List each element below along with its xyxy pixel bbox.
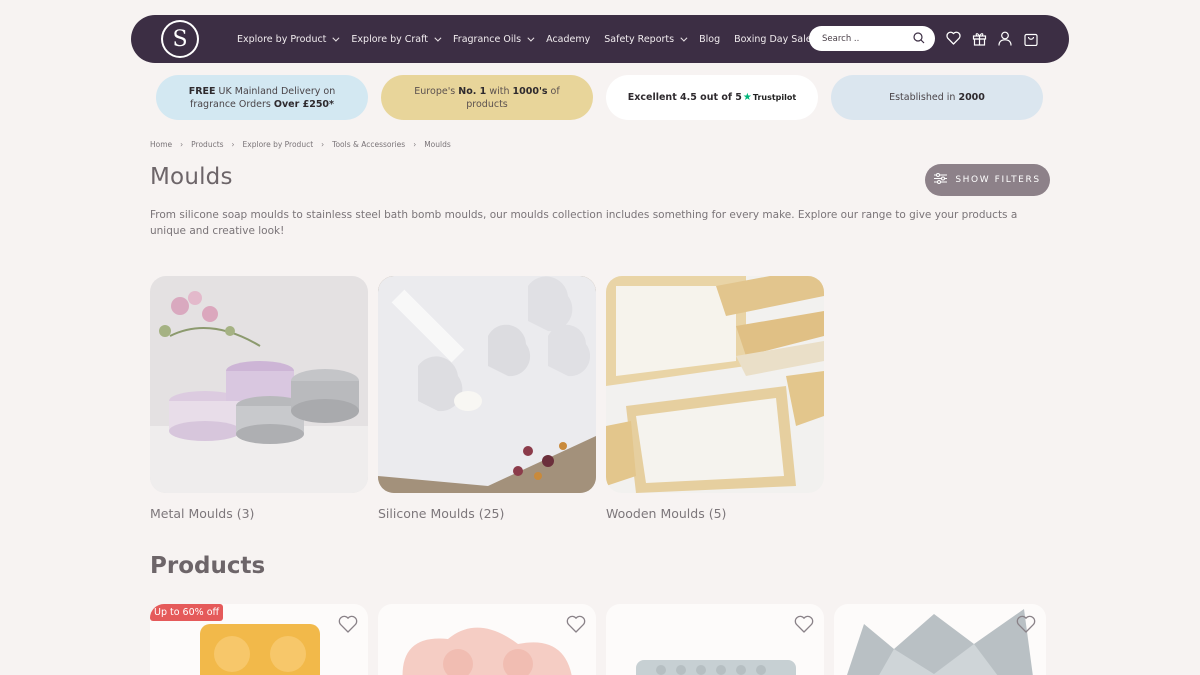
product-image[interactable]	[606, 604, 824, 675]
breadcrumb-separator: ›	[321, 140, 325, 149]
trustpilot-text: Excellent 4.5 out of 5	[627, 92, 742, 103]
filter-sliders-icon	[934, 173, 948, 187]
nav-item-academy[interactable]: Academy	[546, 34, 590, 45]
breadcrumb-current: Moulds	[424, 140, 451, 149]
brand-logo[interactable]: S	[161, 20, 199, 58]
breadcrumb: Home › Products › Explore by Product › Tool…	[150, 140, 451, 149]
category-label[interactable]: Metal Moulds (3)	[150, 506, 368, 521]
category-card-wooden-moulds[interactable]: Wooden Moulds (5)	[606, 276, 824, 521]
product-grid: Up to 60% off	[150, 604, 1046, 675]
nav-icon-group	[945, 29, 1039, 47]
europe-promo: Europe's No. 1 with 1000's of products	[381, 75, 593, 120]
cart-icon[interactable]	[1023, 29, 1039, 47]
trustpilot-rating[interactable]: Excellent 4.5 out of 5 ★ Trustpilot	[606, 75, 818, 120]
nav-label: Explore by Product	[237, 33, 327, 45]
breadcrumb-separator: ›	[413, 140, 417, 149]
chevron-down-icon	[332, 34, 340, 42]
nav-item-blog[interactable]: Blog	[699, 34, 720, 45]
heart-icon[interactable]	[945, 29, 961, 47]
category-label[interactable]: Silicone Moulds (25)	[378, 506, 596, 521]
nav-label: Boxing Day Sale	[734, 33, 812, 45]
breadcrumb-separator: ›	[231, 140, 235, 149]
wishlist-heart-icon[interactable]	[1016, 614, 1036, 634]
category-label[interactable]: Wooden Moulds (5)	[606, 506, 824, 521]
metal-moulds-image[interactable]	[150, 276, 368, 493]
established-text: Established in 2000	[889, 92, 985, 103]
wishlist-heart-icon[interactable]	[566, 614, 586, 634]
breadcrumb-explore-by-product[interactable]: Explore by Product	[243, 140, 314, 149]
product-card[interactable]: Up to 60% off	[150, 604, 368, 675]
product-card[interactable]	[834, 604, 1046, 675]
delivery-promo: FREE UK Mainland Delivery on fragrance O…	[156, 75, 368, 120]
logo-letter: S	[163, 22, 197, 56]
chevron-down-icon	[527, 34, 535, 42]
chevron-down-icon	[434, 34, 442, 42]
nav-label: Safety Reports	[604, 33, 675, 45]
nav-item-safety-reports[interactable]: Safety Reports	[604, 33, 688, 45]
user-icon[interactable]	[997, 29, 1013, 47]
nav-label: Explore by Craft	[351, 33, 429, 45]
discount-badge: Up to 60% off	[150, 604, 224, 621]
breadcrumb-home[interactable]: Home	[150, 140, 172, 149]
category-card-metal-moulds[interactable]: Metal Moulds (3)	[150, 276, 368, 521]
main-menu: Explore by Product Explore by Craft Frag…	[237, 15, 826, 63]
wishlist-heart-icon[interactable]	[338, 614, 358, 634]
subcategory-grid: Metal Moulds (3) Silicone Moulds (25) Wo…	[150, 276, 824, 521]
nav-item-explore-by-product[interactable]: Explore by Product	[237, 33, 340, 45]
products-heading: Products	[150, 553, 266, 579]
established-promo: Established in 2000	[831, 75, 1043, 120]
product-image[interactable]	[834, 604, 1046, 675]
delivery-promo-text: FREE UK Mainland Delivery on fragrance O…	[188, 85, 336, 110]
promo-strip: FREE UK Mainland Delivery on fragrance O…	[156, 75, 1043, 120]
product-card[interactable]	[606, 604, 824, 675]
category-intro: From silicone soap moulds to stainless s…	[150, 209, 1018, 237]
search-input[interactable]	[822, 33, 902, 44]
breadcrumb-separator: ›	[180, 140, 184, 149]
search-box[interactable]	[809, 26, 935, 51]
search-icon[interactable]	[913, 29, 925, 48]
nav-label: Blog	[699, 33, 721, 45]
nav-label: Academy	[546, 33, 591, 45]
nav-item-boxing-day-sale[interactable]: Boxing Day Sale	[734, 34, 811, 45]
product-image[interactable]	[378, 604, 596, 675]
category-card-silicone-moulds[interactable]: Silicone Moulds (25)	[378, 276, 596, 521]
show-filters-button[interactable]: SHOW FILTERS	[925, 164, 1050, 196]
gift-icon[interactable]	[971, 29, 987, 47]
top-navigation: S Explore by Product Explore by Craft Fr…	[131, 15, 1069, 63]
nav-item-fragrance-oils[interactable]: Fragrance Oils	[453, 33, 535, 45]
silicone-moulds-image[interactable]	[378, 276, 596, 493]
breadcrumb-products[interactable]: Products	[191, 140, 223, 149]
show-filters-label: SHOW FILTERS	[955, 175, 1041, 185]
nav-item-explore-by-craft[interactable]: Explore by Craft	[351, 33, 442, 45]
breadcrumb-tools-accessories[interactable]: Tools & Accessories	[332, 140, 405, 149]
nav-label: Fragrance Oils	[453, 33, 522, 45]
trustpilot-star-icon: ★	[742, 92, 752, 103]
wooden-moulds-image[interactable]	[606, 276, 824, 493]
product-card[interactable]	[378, 604, 596, 675]
wishlist-heart-icon[interactable]	[794, 614, 814, 634]
trustpilot-brand: Trustpilot	[752, 93, 797, 102]
page-title: Moulds	[150, 164, 233, 190]
chevron-down-icon	[680, 34, 688, 42]
europe-promo-text: Europe's No. 1 with 1000's of products	[414, 85, 560, 110]
